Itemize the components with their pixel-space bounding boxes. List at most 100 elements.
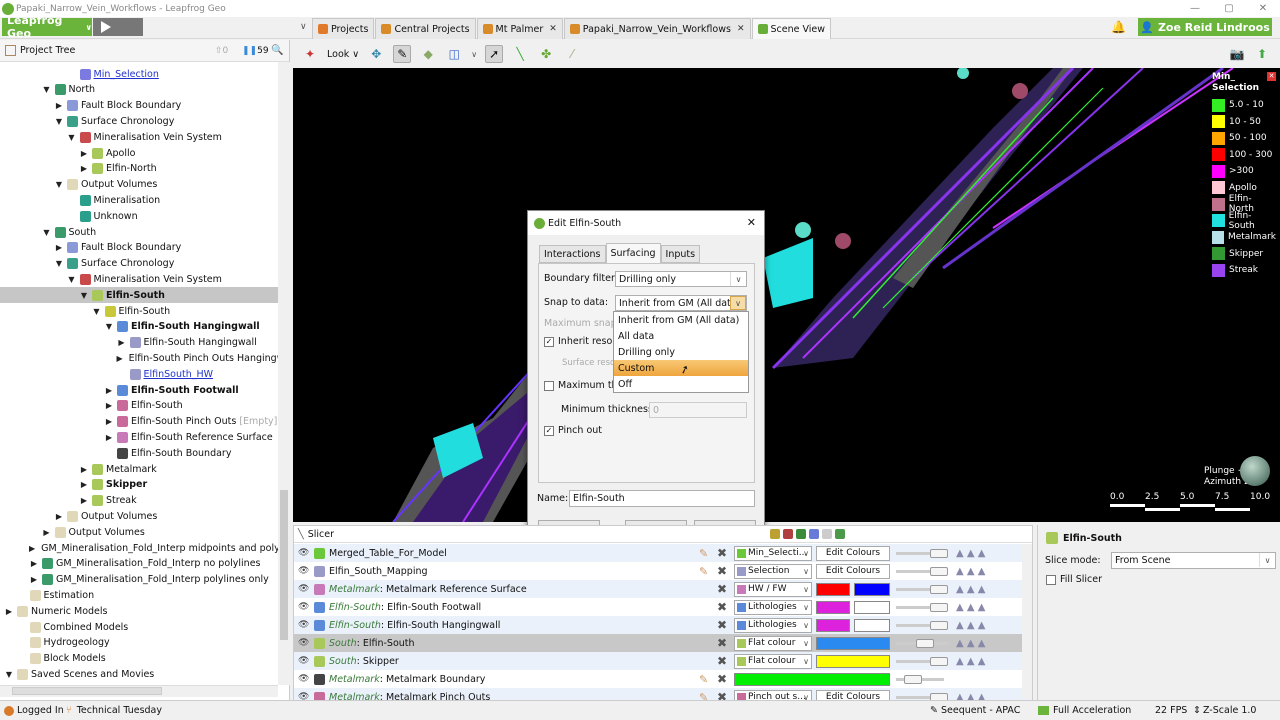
expand-right-icon[interactable]: ▶ xyxy=(79,164,89,173)
colour-mode-select[interactable]: Min_Selecti... ∨ xyxy=(734,545,812,561)
polyline-tool-icon[interactable]: ✤ xyxy=(537,45,555,63)
tree-item[interactable]: ▶ GM_Mineralisation_Fold_Interp midpoints… xyxy=(0,540,278,556)
expand-right-icon[interactable]: ▶ xyxy=(54,101,64,110)
tree-vertical-scroll-thumb[interactable] xyxy=(280,490,288,640)
tree-item[interactable]: ▼ Output Volumes xyxy=(0,177,278,193)
min-thickness-input[interactable]: 0 xyxy=(649,402,747,418)
tree-item[interactable]: ElfinSouth_HW xyxy=(0,366,278,382)
expand-down-icon[interactable]: ▼ xyxy=(67,133,77,142)
remove-x-icon[interactable]: ✖ xyxy=(717,546,727,560)
expand-right-icon[interactable]: ▶ xyxy=(104,433,114,442)
tab-overflow-chevron-icon[interactable]: ∨ xyxy=(300,22,307,32)
camera-reset-icon[interactable]: ✦ xyxy=(301,45,319,63)
colour-swatch[interactable] xyxy=(816,600,850,614)
colour-swatch[interactable] xyxy=(816,618,850,632)
shape-row[interactable]: 👁 South: Elfin-South ✖ Flat colour ∨ ▲ ▲ ▲ xyxy=(294,634,1032,652)
draw-pencil-icon[interactable]: ✎ xyxy=(393,45,412,63)
shape-row[interactable]: 👁 South: Skipper ✖ Flat colour ∨ ▲ ▲ ▲ xyxy=(294,652,1032,670)
expand-down-icon[interactable]: ▼ xyxy=(42,228,52,237)
slicer-tool-icon[interactable]: ◆ xyxy=(419,45,437,63)
select-cursor-icon[interactable]: ➚ xyxy=(485,45,504,63)
visibility-eye-icon[interactable]: 👁 xyxy=(298,620,312,630)
colour-mode-select[interactable]: Selection ∨ xyxy=(734,563,812,579)
visibility-eye-icon[interactable]: 👁 xyxy=(298,602,312,612)
snap-option-inherit-from-gm-all-data[interactable]: Inherit from GM (All data) xyxy=(614,312,748,328)
tree-item[interactable]: ▼ Elfin-South xyxy=(0,303,278,319)
remove-x-icon[interactable]: ✖ xyxy=(717,600,727,614)
z-scale-status[interactable]: ⇕ Z-Scale 1.0 xyxy=(1193,705,1256,716)
remove-x-icon[interactable]: ✖ xyxy=(717,672,727,686)
tree-item[interactable]: ▼ Surface Chronology xyxy=(0,256,278,272)
move-tool-icon[interactable]: ✥ xyxy=(367,45,385,63)
visibility-eye-icon[interactable]: 👁 xyxy=(298,548,312,558)
colour-swatch[interactable] xyxy=(734,672,890,686)
tree-item[interactable]: ▶ Fault Block Boundary xyxy=(0,98,278,114)
expand-right-icon[interactable]: ▶ xyxy=(79,496,89,505)
leapfrog-geo-menu-button[interactable]: Leapfrog Geo ∨ xyxy=(2,14,92,40)
tree-item[interactable]: Estimation xyxy=(0,587,278,603)
model-icon[interactable] xyxy=(770,529,780,539)
minimize-button[interactable]: — xyxy=(1178,0,1212,17)
expand-right-icon[interactable]: ▶ xyxy=(54,243,64,252)
colour-mode-select[interactable]: Lithologies ∨ xyxy=(734,617,812,633)
snap-to-data-select[interactable]: Inherit from GM (All data) ∨ xyxy=(615,295,747,311)
tree-item[interactable]: ▼ Saved Scenes and Movies xyxy=(0,666,278,682)
shape-list-scrollbar[interactable] xyxy=(1022,544,1032,699)
tree-item[interactable]: ▶ Apollo xyxy=(0,145,278,161)
tree-item[interactable]: ▶ Output Volumes xyxy=(0,508,278,524)
render-options-icon[interactable]: ▲ ▲ ▲ xyxy=(956,638,985,649)
grid-icon[interactable] xyxy=(796,529,806,539)
expand-down-icon[interactable]: ▼ xyxy=(79,291,89,300)
remove-x-icon[interactable]: ✖ xyxy=(717,654,727,668)
name-input[interactable]: Elfin-South xyxy=(569,490,755,507)
opacity-slider-knob[interactable] xyxy=(916,639,934,648)
shape-row[interactable]: 👁 Metalmark: Metalmark Reference Surface ✖… xyxy=(294,580,1032,598)
tree-item[interactable]: ▼ South xyxy=(0,224,278,240)
boundary-filter-select[interactable]: Drilling only ∨ xyxy=(615,271,747,287)
mesh-icon[interactable] xyxy=(809,529,819,539)
expand-right-icon[interactable]: ▶ xyxy=(104,401,114,410)
colour-swatch-secondary[interactable] xyxy=(854,618,890,632)
shape-row[interactable]: 👁 Elfin-South: Elfin-South Hangingwall ✖ Li… xyxy=(294,616,1032,634)
pinch-out-checkbox[interactable]: ✓ Pinch out xyxy=(544,425,602,436)
tree-item[interactable]: Elfin-South Boundary xyxy=(0,445,278,461)
expand-right-icon[interactable]: ▶ xyxy=(29,559,39,568)
project-status[interactable]: ⑂ Technical Tuesday xyxy=(66,705,162,716)
expand-down-icon[interactable]: ▼ xyxy=(4,670,14,679)
snap-option-drilling-only[interactable]: Drilling only xyxy=(614,344,748,360)
opacity-slider-knob[interactable] xyxy=(930,657,948,666)
tree-item[interactable]: ▼ Elfin-South xyxy=(0,287,278,304)
tree-horizontal-scroll-thumb[interactable] xyxy=(12,687,162,695)
lock-icon[interactable] xyxy=(822,529,832,539)
play-button[interactable] xyxy=(93,18,143,36)
expand-right-icon[interactable]: ▶ xyxy=(104,417,114,426)
tree-item[interactable]: ▼ Surface Chronology xyxy=(0,113,278,129)
points-icon[interactable] xyxy=(783,529,793,539)
colour-swatch-secondary[interactable] xyxy=(854,582,890,596)
close-tab-icon[interactable]: ✕ xyxy=(737,24,745,34)
visibility-eye-icon[interactable]: 👁 xyxy=(298,656,312,666)
expand-right-icon[interactable]: ▶ xyxy=(29,544,35,553)
tree-item[interactable]: ▶ Output Volumes xyxy=(0,524,278,540)
compass-globe-icon[interactable] xyxy=(1240,456,1270,486)
edit-pencil-icon[interactable]: ✎ xyxy=(699,547,708,560)
tree-item[interactable]: ▼ Elfin-South Hangingwall xyxy=(0,319,278,335)
expand-right-icon[interactable]: ▶ xyxy=(4,607,14,616)
render-options-icon[interactable]: ▲ ▲ ▲ xyxy=(956,584,985,595)
edit-pencil-icon[interactable]: ✎ xyxy=(699,673,708,686)
colour-swatch[interactable] xyxy=(816,654,890,668)
expand-down-icon[interactable]: ▼ xyxy=(104,322,114,331)
maximize-button[interactable]: ▢ xyxy=(1212,0,1246,17)
expand-down-icon[interactable]: ▼ xyxy=(54,117,64,126)
close-tab-icon[interactable]: ✕ xyxy=(549,24,557,34)
shape-row[interactable]: 👁 Metalmark: Metalmark Boundary ✎ ✖ xyxy=(294,670,1032,688)
expand-right-icon[interactable]: ▶ xyxy=(104,386,114,395)
tree-item[interactable]: ▶ Elfin-South Hangingwall xyxy=(0,335,278,351)
close-window-button[interactable]: ✕ xyxy=(1246,0,1280,17)
tree-item[interactable]: Block Models xyxy=(0,651,278,667)
dialog-close-button[interactable]: ✕ xyxy=(747,216,756,229)
search-icon[interactable]: 🔍 xyxy=(271,45,283,56)
logged-in-status[interactable]: Logged In xyxy=(4,705,64,716)
render-options-icon[interactable]: ▲ ▲ ▲ xyxy=(956,548,985,559)
tree-item[interactable]: ▶ Elfin-South Footwall xyxy=(0,382,278,398)
